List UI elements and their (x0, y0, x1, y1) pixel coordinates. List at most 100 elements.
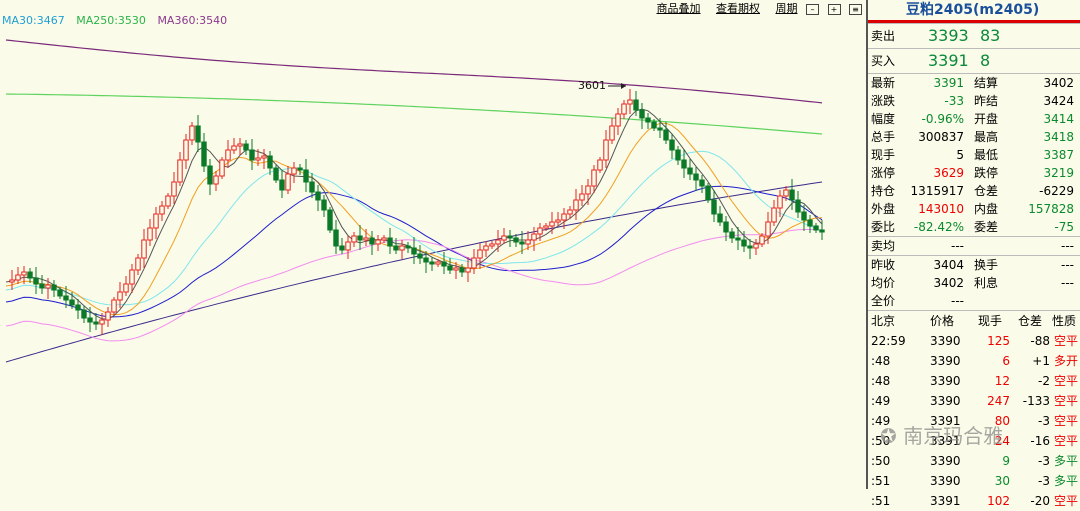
candle-body (399, 245, 405, 251)
candle-body (423, 257, 429, 263)
candle-body (609, 125, 615, 141)
stats-value: 3387 (1043, 148, 1074, 162)
tick-type: 空平 (1053, 374, 1078, 388)
candle-body (723, 221, 729, 233)
overlay-button[interactable]: 商品叠加 (657, 0, 701, 16)
stats-row: 幅度 -0.96% 开盘 3414 (868, 110, 1080, 128)
stats-value: -75 (1054, 220, 1074, 234)
stats-label: 内盘 (974, 202, 999, 216)
candle-body (687, 167, 693, 175)
tick-qty: 9 (1002, 454, 1010, 468)
candle-body (561, 213, 567, 221)
menu-icon[interactable]: ≡ (849, 3, 862, 15)
candle-body (459, 267, 465, 273)
tick-row[interactable]: :51 3391 102 -20 空平 (868, 491, 1080, 511)
candle-body (273, 167, 279, 181)
candle-body (489, 243, 495, 247)
candle-body (519, 241, 525, 245)
candle-body (189, 125, 195, 141)
tick-row[interactable]: :50 3390 9 -3 多平 (868, 451, 1080, 471)
ask-price: 3393 (928, 26, 969, 45)
stats2-row: 均价 3402 利息 --- (868, 274, 1080, 292)
stats-label: 最新 (871, 76, 896, 90)
candle-body (531, 233, 537, 241)
stats2-value: --- (1061, 258, 1074, 272)
zoom-out-icon[interactable]: – (806, 3, 819, 15)
candle-body (153, 213, 159, 229)
avg-value-2: --- (1061, 239, 1074, 253)
stats-label: 总手 (871, 130, 896, 144)
stats-value: -0.96% (921, 112, 964, 126)
candle-body (771, 207, 777, 223)
avg-value-1: --- (951, 239, 964, 253)
stats-row: 最新 3391 结算 3402 (868, 74, 1080, 92)
stats2-value: --- (1061, 276, 1074, 290)
candle-body (141, 239, 147, 259)
tick-row[interactable]: :48 3390 6 +1 多开 (868, 351, 1080, 371)
stats-value: 3424 (1043, 94, 1074, 108)
candle-body (267, 155, 273, 169)
stats-value: 3418 (1043, 130, 1074, 144)
kline-chart[interactable]: 3601 (0, 0, 866, 489)
candle-body (159, 205, 165, 215)
candle-body (741, 239, 747, 247)
stats-value: 157828 (1028, 202, 1074, 216)
tick-qty: 247 (987, 394, 1010, 408)
candle-body (525, 239, 531, 245)
stats-value: -33 (944, 94, 964, 108)
tick-qty: 125 (987, 334, 1010, 348)
ma360-line (5, 39, 823, 104)
candle-body (681, 159, 687, 169)
tick-time: :48 (871, 374, 891, 388)
tick-time: :51 (871, 494, 891, 508)
candle-body (225, 149, 231, 161)
tick-row[interactable]: 22:59 3390 125 -88 空平 (868, 331, 1080, 351)
wechat-icon: ✪ (880, 424, 897, 448)
candle-body (117, 291, 123, 301)
candle-body (249, 149, 255, 161)
candle-body (387, 237, 393, 247)
candle-body (27, 271, 33, 279)
candle-body (783, 189, 789, 197)
candle-body (147, 227, 153, 241)
candle-body (795, 199, 801, 213)
tick-row[interactable]: :49 3390 247 -133 空平 (868, 391, 1080, 411)
candle-body (309, 181, 315, 193)
chart-toolbar: 商品叠加 查看期权 周期 – + ≡ (645, 0, 862, 16)
stats-label: 最低 (974, 148, 999, 162)
tick-row[interactable]: :51 3390 30 -3 多平 (868, 471, 1080, 491)
tick-type: 多开 (1053, 354, 1078, 368)
ma360-legend: MA360:3540 (157, 14, 228, 27)
candle-body (759, 235, 765, 245)
stats2-value: 3402 (933, 276, 964, 290)
view-options-button[interactable]: 查看期权 (716, 0, 760, 16)
candle-body (231, 145, 237, 151)
tick-oi-change: -133 (1022, 394, 1050, 408)
candle-body (579, 193, 585, 201)
stats-row: 外盘 143010 内盘 157828 (868, 200, 1080, 218)
candle-body (549, 221, 555, 227)
candle-body (801, 211, 807, 221)
kline-chart-area[interactable]: 3601 MA30:3467 MA250:3530 MA360:3540 商品叠… (0, 0, 866, 489)
tick-qty: 102 (987, 494, 1010, 508)
candle-body (363, 237, 369, 241)
candle-body (435, 261, 441, 265)
zoom-in-icon[interactable]: + (827, 3, 841, 15)
candle-body (201, 141, 207, 167)
ask-qty: 83 (980, 26, 1001, 45)
stats-value: 300837 (918, 130, 964, 144)
tick-qty: 12 (994, 374, 1010, 388)
candle-body (135, 257, 141, 271)
candle-body (669, 139, 675, 151)
tick-oi-change: +1 (1032, 354, 1050, 368)
stats-value: 3414 (1043, 112, 1074, 126)
tick-price: 3391 (930, 494, 961, 508)
stats2-row: 全价 --- (868, 292, 1080, 310)
tick-oi-change: -3 (1038, 474, 1050, 488)
tick-type: 多平 (1053, 454, 1078, 468)
bid-qty: 8 (980, 51, 991, 70)
candle-body (261, 155, 267, 159)
period-button[interactable]: 周期 (776, 0, 798, 16)
candle-body (699, 179, 705, 187)
tick-row[interactable]: :48 3390 12 -2 空平 (868, 371, 1080, 391)
